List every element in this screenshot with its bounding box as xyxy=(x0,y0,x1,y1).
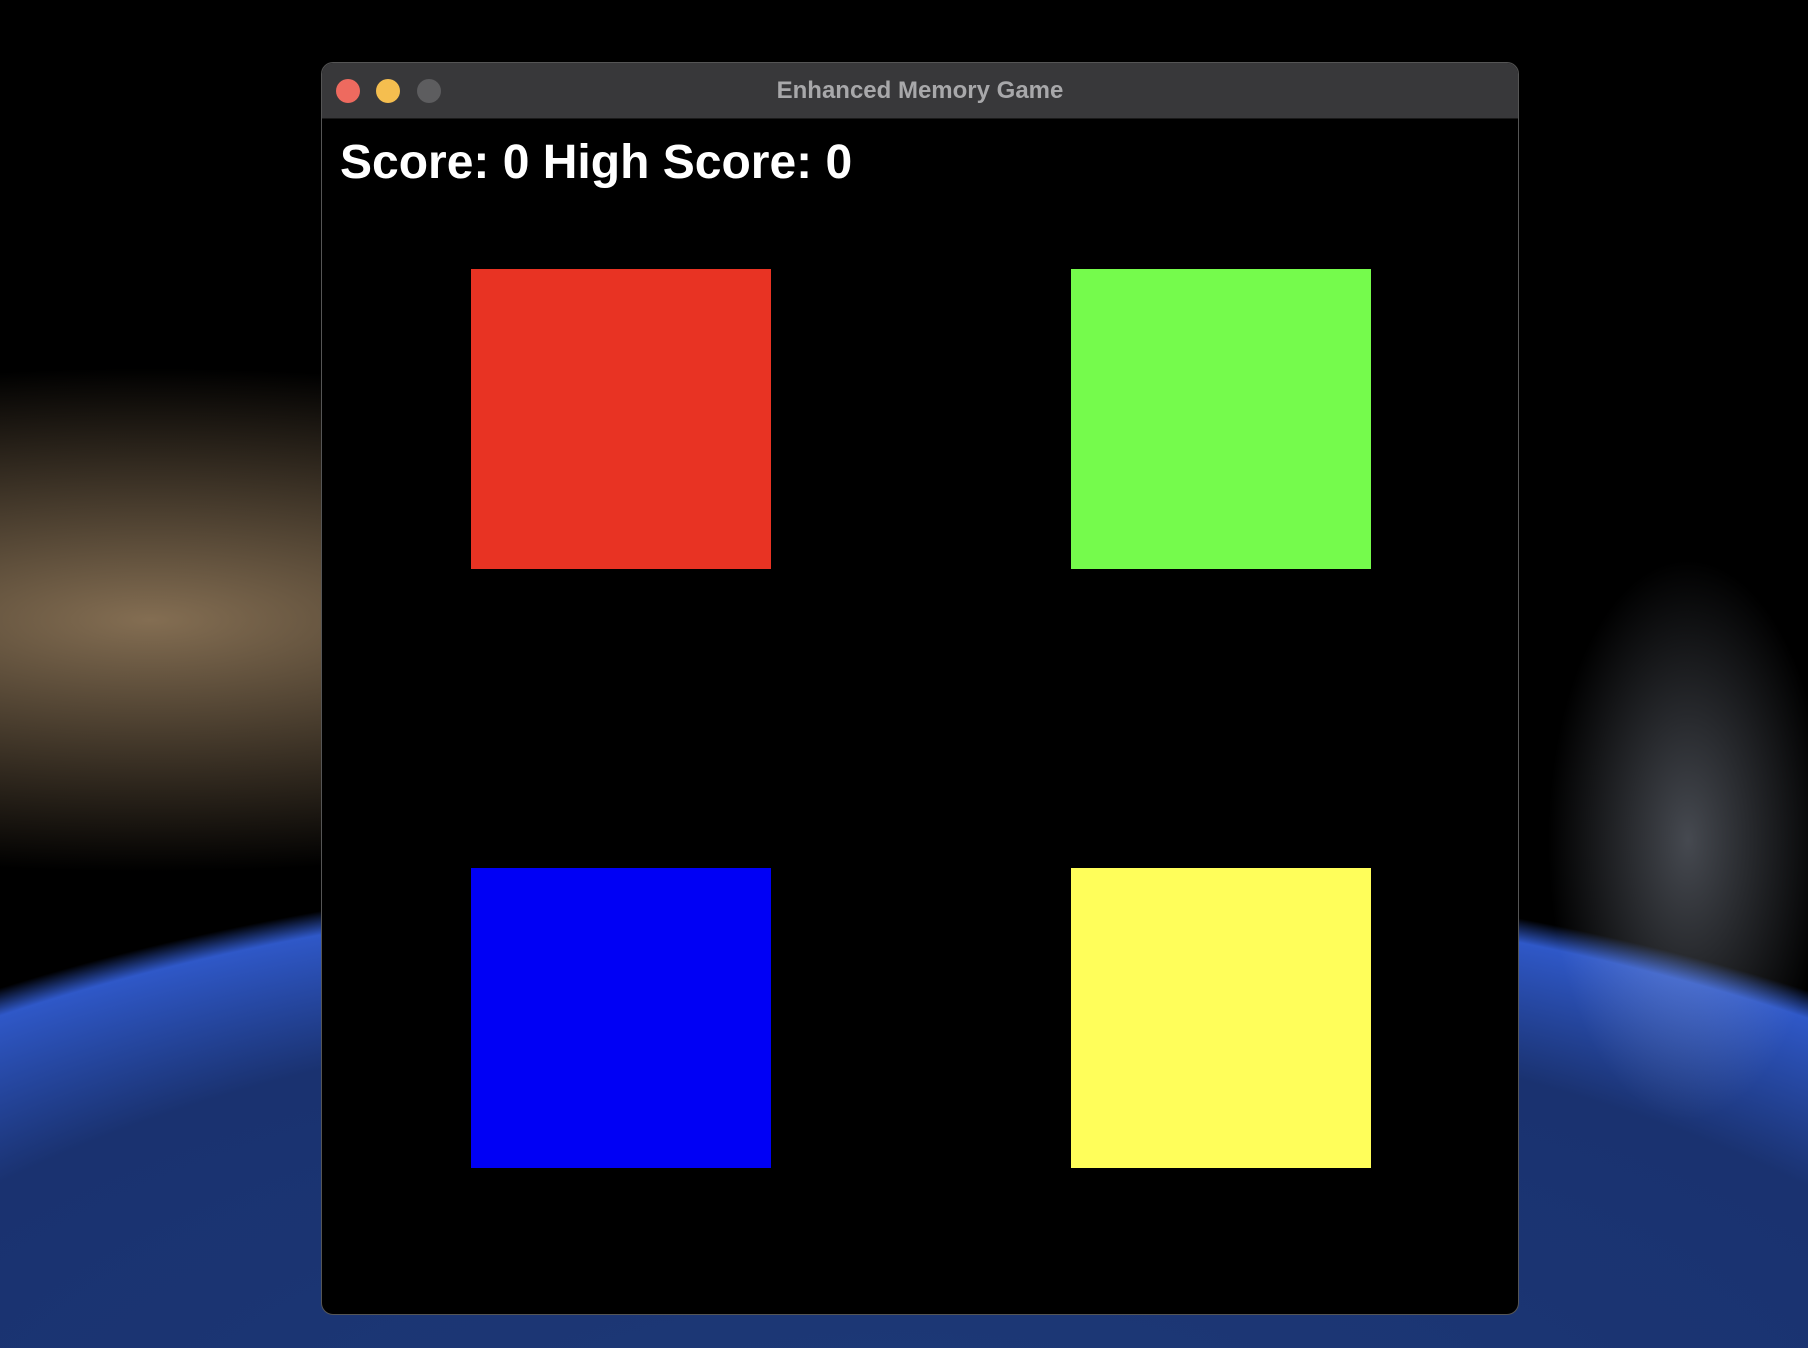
game-window: Enhanced Memory Game Score: 0 High Score… xyxy=(321,62,1519,1315)
window-title: Enhanced Memory Game xyxy=(776,77,1064,104)
title-bar[interactable]: Enhanced Memory Game xyxy=(322,63,1518,119)
score-label: Score: 0 High Score: 0 xyxy=(340,136,853,189)
blue-tile[interactable] xyxy=(471,868,771,1168)
red-tile[interactable] xyxy=(471,269,771,569)
green-tile[interactable] xyxy=(1071,269,1371,569)
yellow-tile[interactable] xyxy=(1071,868,1371,1168)
wallpaper-clouds xyxy=(1508,440,1808,1340)
